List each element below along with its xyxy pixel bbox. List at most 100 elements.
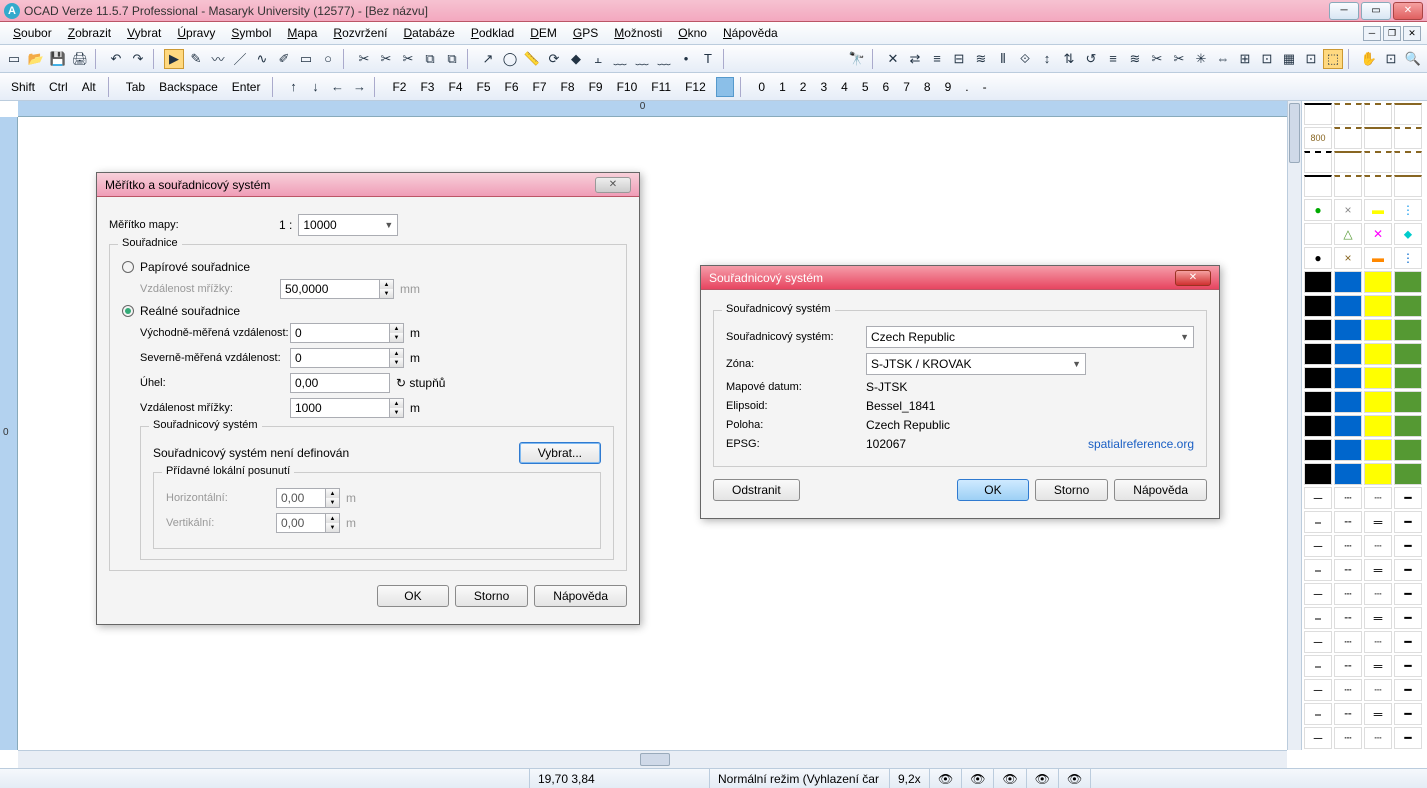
symbol-73[interactable]: ┄: [1334, 535, 1362, 557]
key-1[interactable]: 1: [773, 77, 792, 97]
symbol-37[interactable]: [1334, 319, 1362, 341]
text-icon[interactable]: T: [698, 49, 718, 69]
symbol-72[interactable]: ─: [1304, 535, 1332, 557]
paper-coords-radio[interactable]: [122, 261, 134, 273]
dialog1-close-button[interactable]: ✕: [595, 177, 631, 193]
spatialreference-link[interactable]: spatialreference.org: [1088, 437, 1194, 451]
dialog2-titlebar[interactable]: Souřadnicový systém ✕: [701, 266, 1219, 290]
merge-icon[interactable]: ⧉: [442, 49, 462, 69]
op17-icon[interactable]: ⊞: [1235, 49, 1255, 69]
cut-icon[interactable]: ✂: [354, 49, 374, 69]
spinner[interactable]: ▲▼: [390, 323, 404, 343]
key-5[interactable]: 5: [856, 77, 875, 97]
symbol-91[interactable]: ━: [1394, 631, 1422, 653]
snap-icon[interactable]: ⬚: [1323, 49, 1343, 69]
status-eye1-icon[interactable]: 👁: [930, 769, 962, 788]
symbol-36[interactable]: [1304, 319, 1332, 341]
symbol-103[interactable]: ━: [1394, 703, 1422, 725]
symbol-19[interactable]: ⋮: [1394, 199, 1422, 221]
menu-vybrat[interactable]: Vybrat: [120, 24, 168, 42]
pan-icon[interactable]: ✋: [1359, 49, 1379, 69]
dialog2-close-button[interactable]: ✕: [1175, 270, 1211, 286]
symbol-63[interactable]: [1394, 463, 1422, 485]
symbol-2[interactable]: [1364, 103, 1392, 125]
zone-select[interactable]: S-JTSK / KROVAK▼: [866, 353, 1086, 375]
key-f10[interactable]: F10: [611, 77, 644, 97]
arrow-down-icon[interactable]: ↓: [305, 77, 325, 97]
menu-zobrazit[interactable]: Zobrazit: [61, 24, 118, 42]
op5-icon[interactable]: ≋: [971, 49, 991, 69]
menu-symbol[interactable]: Symbol: [224, 24, 278, 42]
menu-podklad[interactable]: Podklad: [464, 24, 521, 42]
key-9[interactable]: 9: [939, 77, 958, 97]
rect-tool-icon[interactable]: ▭: [296, 49, 316, 69]
key-f6[interactable]: F6: [499, 77, 525, 97]
op14-icon[interactable]: ✂: [1169, 49, 1189, 69]
symbol-97[interactable]: ┄: [1334, 679, 1362, 701]
symbol-24[interactable]: ●: [1304, 247, 1332, 269]
symbol-3[interactable]: [1394, 103, 1422, 125]
symbol-32[interactable]: [1304, 295, 1332, 317]
symbol-81[interactable]: ┄: [1334, 583, 1362, 605]
symbol-12[interactable]: [1304, 175, 1332, 197]
symbol-0[interactable]: [1304, 103, 1332, 125]
minimize-button[interactable]: ─: [1329, 2, 1359, 20]
symbol-16[interactable]: ●: [1304, 199, 1332, 221]
symbol-8[interactable]: [1304, 151, 1332, 173]
symbol-5[interactable]: [1334, 127, 1362, 149]
symbol-78[interactable]: ═: [1364, 559, 1392, 581]
redo-icon[interactable]: ↷: [128, 49, 148, 69]
fkey-toggle[interactable]: [716, 77, 735, 97]
stairs-icon[interactable]: ⫠: [588, 49, 608, 69]
key-enter[interactable]: Enter: [226, 77, 267, 97]
menu-dem[interactable]: DEM: [523, 24, 564, 42]
path2-icon[interactable]: ﹏: [632, 49, 652, 69]
circle-icon[interactable]: ◯: [500, 49, 520, 69]
fit-icon[interactable]: ⊡: [1381, 49, 1401, 69]
horizontal-scrollbar[interactable]: [18, 750, 1287, 768]
symbol-53[interactable]: [1334, 415, 1362, 437]
symbol-94[interactable]: ═: [1364, 655, 1392, 677]
north-input[interactable]: [290, 348, 390, 368]
symbol-77[interactable]: ╌: [1334, 559, 1362, 581]
dlg2-ok-button[interactable]: OK: [957, 479, 1029, 501]
status-eye4-icon[interactable]: 👁: [1027, 769, 1059, 788]
op6-icon[interactable]: ⫴: [993, 49, 1013, 69]
symbol-52[interactable]: [1304, 415, 1332, 437]
op10-icon[interactable]: ↺: [1081, 49, 1101, 69]
symbol-74[interactable]: ┈: [1364, 535, 1392, 557]
dlg1-help-button[interactable]: Nápověda: [534, 585, 627, 607]
symbol-58[interactable]: [1364, 439, 1392, 461]
symbol-100[interactable]: ⎯: [1304, 703, 1332, 725]
dialog1-titlebar[interactable]: Měřítko a souřadnicový systém ✕: [97, 173, 639, 197]
menu-mapa[interactable]: Mapa: [280, 24, 324, 42]
symbol-80[interactable]: ─: [1304, 583, 1332, 605]
symbol-106[interactable]: ┈: [1364, 727, 1392, 749]
symbol-50[interactable]: [1364, 391, 1392, 413]
arrow-right-icon[interactable]: →: [349, 77, 369, 97]
symbol-75[interactable]: ━: [1394, 535, 1422, 557]
key--[interactable]: -: [977, 77, 993, 97]
symbol-83[interactable]: ━: [1394, 583, 1422, 605]
cut-area-icon[interactable]: ✂: [376, 49, 396, 69]
measure-icon[interactable]: 📏: [522, 49, 542, 69]
symbol-65[interactable]: ┄: [1334, 487, 1362, 509]
cut-hole-icon[interactable]: ✂: [398, 49, 418, 69]
symbol-87[interactable]: ━: [1394, 607, 1422, 629]
symbol-84[interactable]: ⎯: [1304, 607, 1332, 629]
symbol-26[interactable]: ▬: [1364, 247, 1392, 269]
symbol-99[interactable]: ━: [1394, 679, 1422, 701]
op19-icon[interactable]: ▦: [1279, 49, 1299, 69]
point-icon[interactable]: •: [676, 49, 696, 69]
select-crs-button[interactable]: Vybrat...: [519, 442, 601, 464]
symbol-43[interactable]: [1394, 343, 1422, 365]
symbol-17[interactable]: ×: [1334, 199, 1362, 221]
symbol-40[interactable]: [1304, 343, 1332, 365]
symbol-34[interactable]: [1364, 295, 1392, 317]
rotate-icon[interactable]: ⟳: [544, 49, 564, 69]
symbol-47[interactable]: [1394, 367, 1422, 389]
op2-icon[interactable]: ⇄: [905, 49, 925, 69]
symbol-7[interactable]: [1394, 127, 1422, 149]
symbol-30[interactable]: [1364, 271, 1392, 293]
key-ctrl[interactable]: Ctrl: [43, 77, 74, 97]
